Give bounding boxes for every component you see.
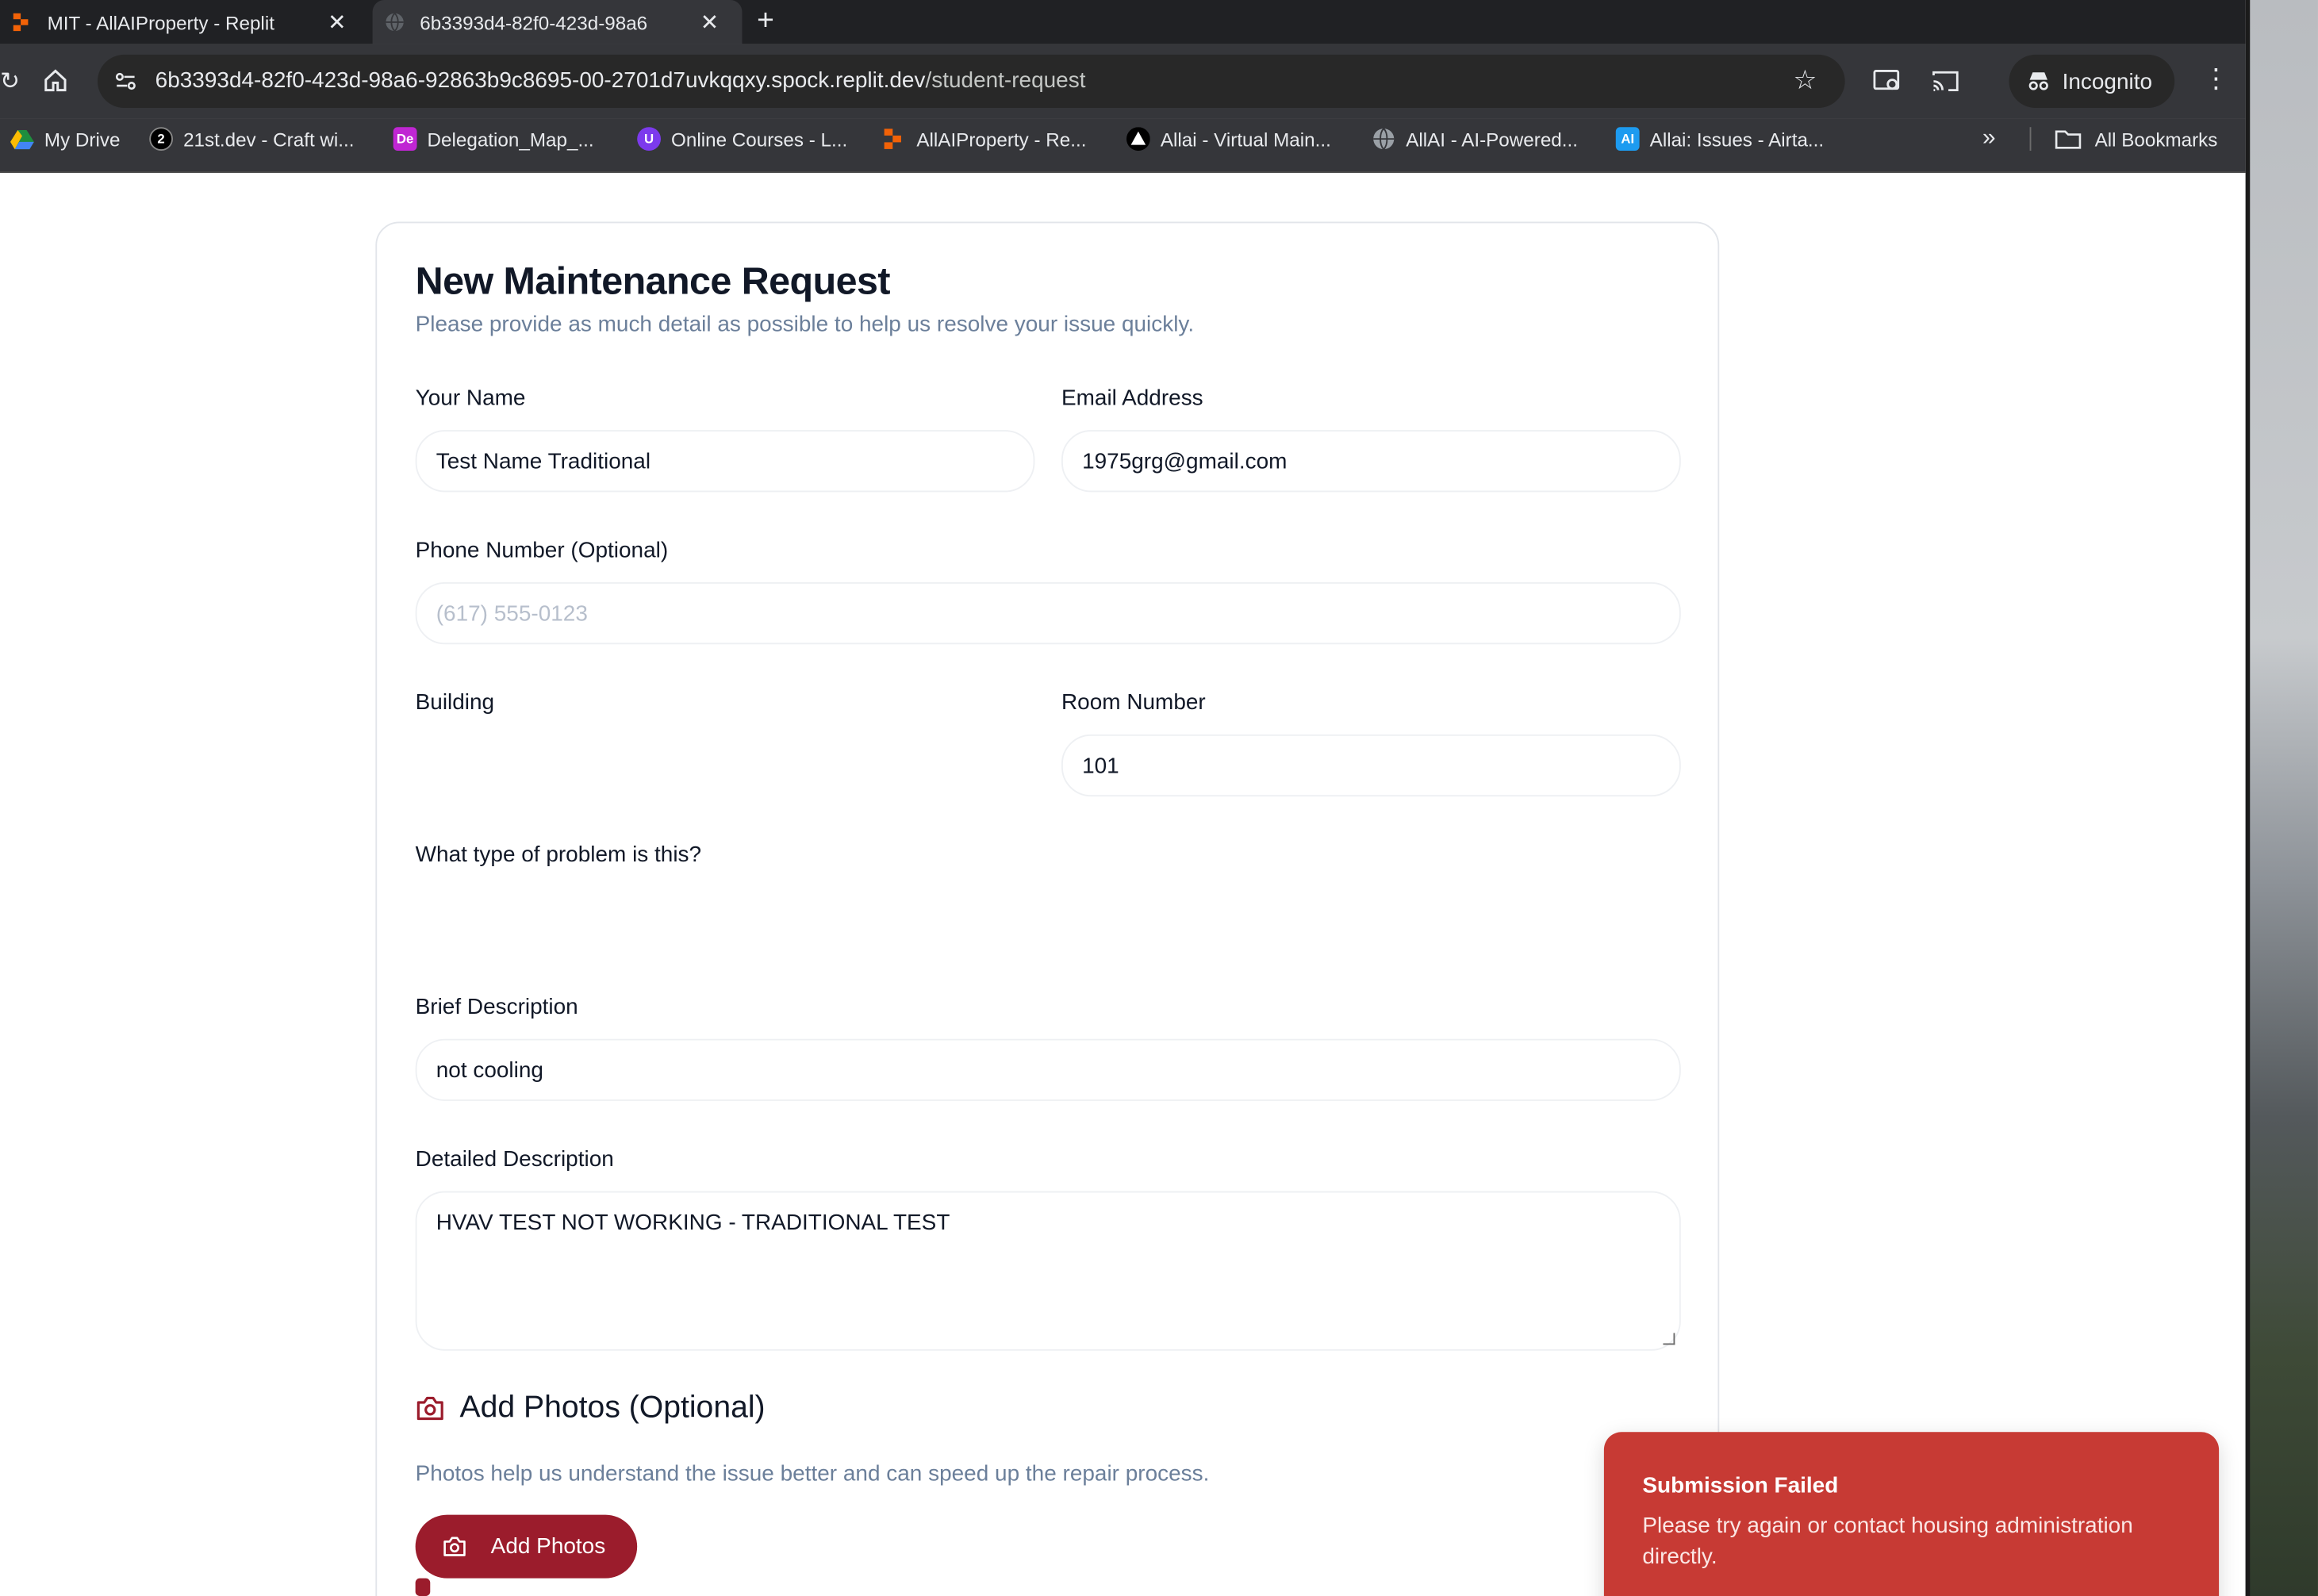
page-title: New Maintenance Request <box>415 259 891 303</box>
bookmark-label: 21st.dev - Craft wi... <box>183 128 355 151</box>
bookmark-allai-virtual[interactable]: Allai - Virtual Main... <box>1126 118 1331 159</box>
phone-field[interactable]: (617) 555-0123 <box>415 582 1681 645</box>
bookmark-delegation-map[interactable]: De Delegation_Map_... <box>393 118 594 159</box>
browser-toolbar: ↻ 6b3393d4-82f0-423d-98a6-92863b9c8695-0… <box>0 44 2246 119</box>
url-text: 6b3393d4-82f0-423d-98a6-92863b9c8695-00-… <box>155 68 1086 94</box>
email-field[interactable]: 1975grg@gmail.com <box>1061 430 1681 493</box>
photos-hint: Photos help us understand the issue bett… <box>415 1461 1210 1487</box>
bookmark-online-courses[interactable]: U Online Courses - L... <box>637 118 847 159</box>
replit-icon <box>884 129 901 149</box>
drive-icon <box>10 129 34 150</box>
camera-icon <box>443 1537 466 1556</box>
bookmark-allai-powered[interactable]: AllAI - AI-Powered... <box>1372 118 1578 159</box>
url-path: /student-request <box>925 67 1086 94</box>
detailed-description-field[interactable]: HVAV TEST NOT WORKING - TRADITIONAL TEST <box>415 1191 1681 1351</box>
error-toast[interactable]: Submission Failed Please try again or co… <box>1603 1432 2220 1596</box>
chevron-down-icon[interactable] <box>415 1578 431 1596</box>
triangle-icon <box>1126 127 1150 152</box>
address-bar[interactable]: 6b3393d4-82f0-423d-98a6-92863b9c8695-00-… <box>97 54 1845 108</box>
incognito-label: Incognito <box>2062 68 2153 94</box>
add-photos-label: Add Photos <box>490 1533 606 1560</box>
add-photos-button[interactable]: Add Photos <box>415 1514 638 1579</box>
url-host: 6b3393d4-82f0-423d-98a6-92863b9c8695-00-… <box>155 67 926 94</box>
phone-label: Phone Number (Optional) <box>415 538 669 563</box>
bookmark-label: AllAI - AI-Powered... <box>1406 128 1578 151</box>
bookmark-my-drive[interactable]: My Drive <box>10 118 120 159</box>
brief-description-field[interactable]: not cooling <box>415 1038 1681 1101</box>
bookmark-allaiproperty[interactable]: AllAIProperty - Re... <box>883 118 1087 159</box>
photos-header: Add Photos (Optional) <box>416 1391 766 1426</box>
name-label: Your Name <box>415 386 526 411</box>
name-field[interactable]: Test Name Traditional <box>415 430 1035 493</box>
problem-type-label: What type of problem is this? <box>415 842 702 868</box>
all-bookmarks-label: All Bookmarks <box>2094 128 2218 151</box>
browser-tab-current[interactable]: 6b3393d4-82f0-423d-98a6 ✕ <box>372 0 743 44</box>
airtable-icon: AI <box>1615 127 1640 152</box>
building-label: Building <box>415 690 495 716</box>
new-tab-button[interactable]: + <box>757 0 774 44</box>
page-content: New Maintenance Request Please provide a… <box>0 172 2246 1596</box>
brief-description-label: Brief Description <box>415 994 578 1020</box>
resize-handle[interactable] <box>1663 1333 1675 1345</box>
delegation-icon: De <box>393 127 417 152</box>
lens-icon[interactable] <box>1873 68 1902 95</box>
site-settings-icon[interactable] <box>113 70 137 94</box>
bookmarks-divider <box>2029 127 2032 152</box>
detailed-description-label: Detailed Description <box>415 1146 614 1172</box>
bookmark-label: AllAIProperty - Re... <box>916 128 1087 151</box>
tab-title: MIT - AllAIProperty - Replit <box>47 10 274 33</box>
home-icon[interactable] <box>43 68 68 94</box>
camera-icon <box>416 1396 443 1421</box>
background-photo <box>2245 0 2318 1596</box>
21st-icon: 2 <box>149 127 174 152</box>
all-bookmarks-button[interactable]: All Bookmarks <box>2055 118 2217 159</box>
incognito-badge[interactable]: Incognito <box>2009 54 2175 108</box>
globe-icon <box>386 13 404 32</box>
globe-icon <box>1373 128 1395 150</box>
udemy-icon: U <box>637 127 661 152</box>
cast-icon[interactable] <box>1931 68 1960 95</box>
reload-icon[interactable]: ↻ <box>0 67 20 96</box>
bookmarks-bar: My Drive 2 21st.dev - Craft wi... De Del… <box>0 118 2246 173</box>
toast-message: Please try again or contact housing admi… <box>1642 1513 2133 1570</box>
email-label: Email Address <box>1061 386 1203 411</box>
bookmark-label: Delegation_Map_... <box>427 128 594 151</box>
toast-title: Submission Failed <box>1642 1473 1839 1499</box>
incognito-icon <box>2028 72 2048 90</box>
bookmark-label: Allai - Virtual Main... <box>1160 128 1331 151</box>
bookmark-label: My Drive <box>44 128 121 151</box>
star-icon[interactable]: ☆ <box>1793 65 1817 96</box>
more-vertical-icon[interactable]: ⋮ <box>2203 63 2230 94</box>
bookmark-21st-dev[interactable]: 2 21st.dev - Craft wi... <box>149 118 354 159</box>
room-field[interactable]: 101 <box>1061 734 1681 797</box>
room-label: Room Number <box>1061 690 1206 716</box>
more-bookmarks-icon[interactable]: » <box>1982 118 1996 159</box>
bookmark-label: Online Courses - L... <box>671 128 848 151</box>
tab-close-icon[interactable]: ✕ <box>322 9 351 36</box>
bookmark-allai-issues[interactable]: AI Allai: Issues - Airta... <box>1615 118 1825 159</box>
browser-tab-bar: MIT - AllAIProperty - Replit ✕ 6b3393d4-… <box>0 0 2246 44</box>
folder-icon <box>2055 130 2082 149</box>
request-form-card: New Maintenance Request Please provide a… <box>375 221 1720 1596</box>
photos-title: Add Photos (Optional) <box>459 1391 766 1425</box>
browser-tab-replit[interactable]: MIT - AllAIProperty - Replit ✕ <box>0 0 370 44</box>
page-subtitle: Please provide as much detail as possibl… <box>415 312 1195 337</box>
tab-title: 6b3393d4-82f0-423d-98a6 <box>420 10 648 33</box>
bookmark-label: Allai: Issues - Airta... <box>1649 128 1825 151</box>
tab-close-icon[interactable]: ✕ <box>695 9 724 36</box>
replit-icon <box>13 13 29 32</box>
detailed-description-text: HVAV TEST NOT WORKING - TRADITIONAL TEST <box>436 1210 950 1236</box>
